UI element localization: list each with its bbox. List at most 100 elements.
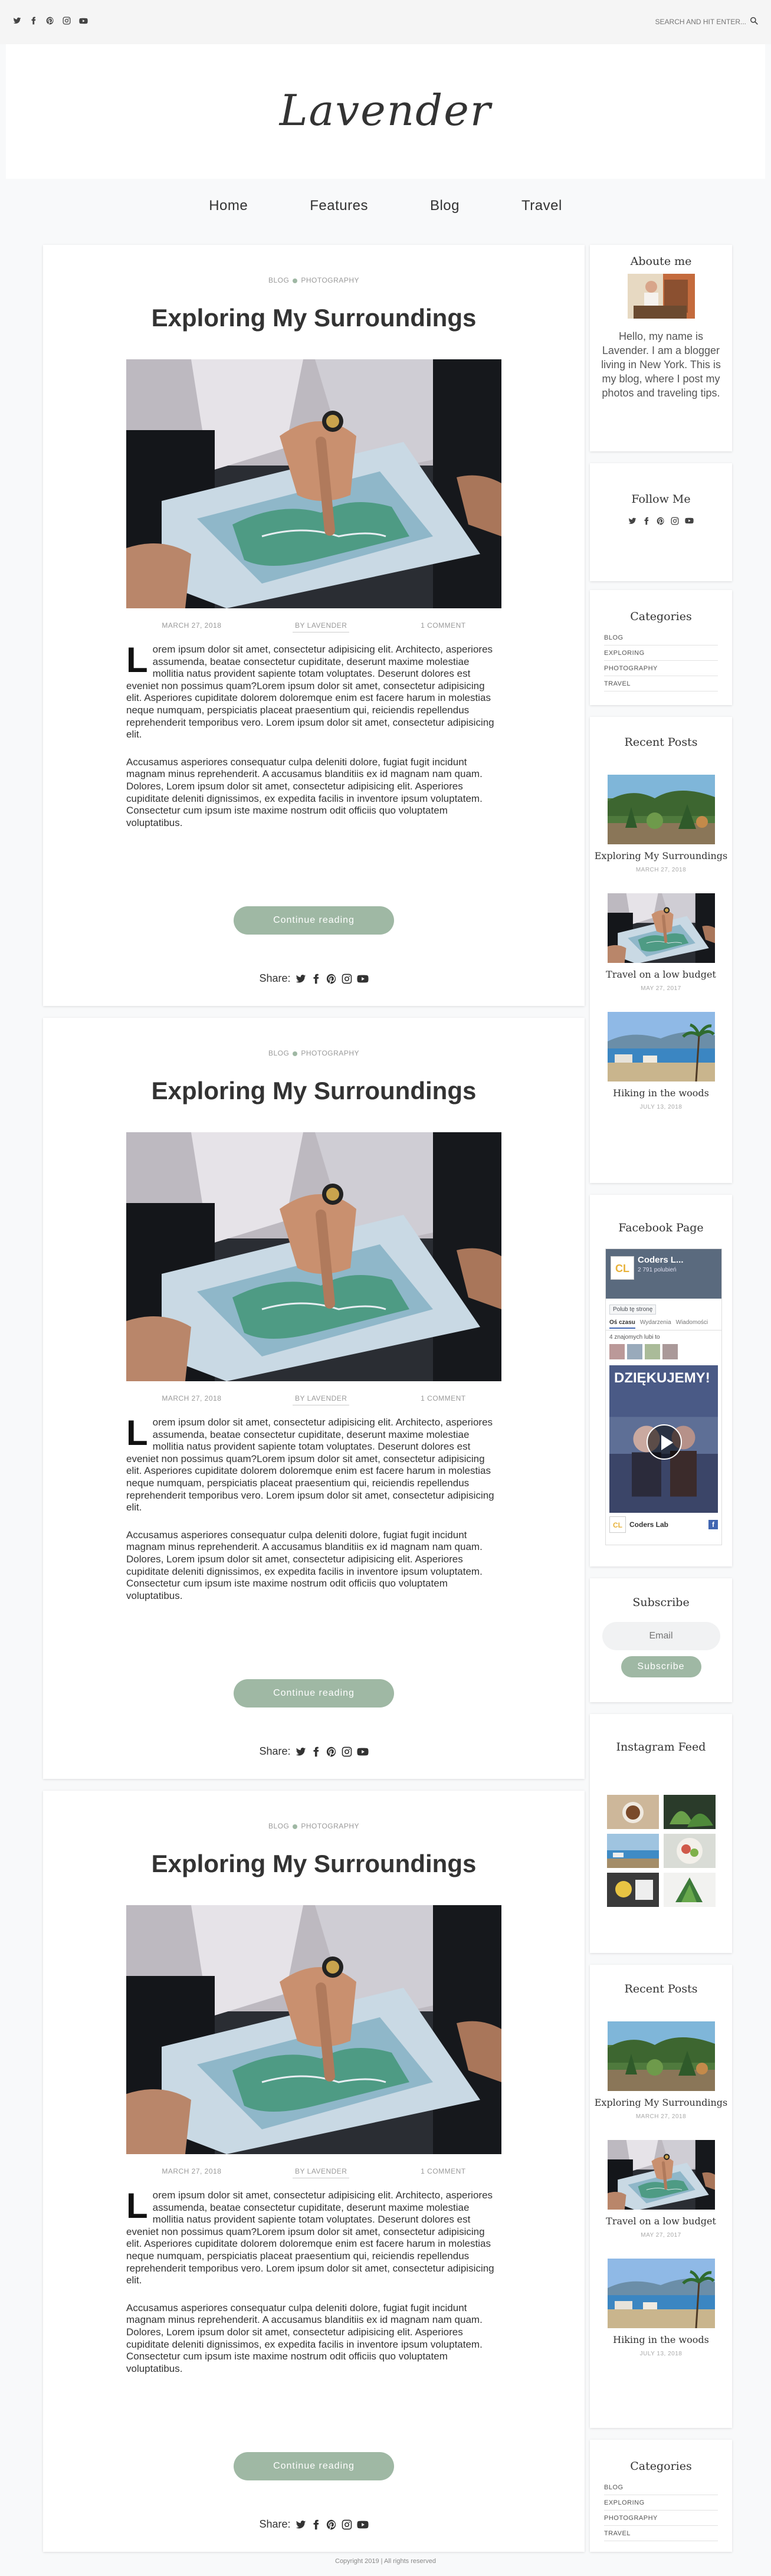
continue-reading-button[interactable]: Continue reading [234,1679,394,1707]
post-image[interactable] [126,1905,501,2154]
category-link[interactable]: BLOG [268,1049,289,1057]
fb-like-button[interactable]: Polub tę stronę [609,1305,657,1315]
facebook-icon[interactable] [311,1746,321,1757]
category-link[interactable]: BLOG [268,276,289,284]
recent-post[interactable]: Exploring My Surroundings MARCH 27, 2018 [590,775,732,873]
category-link[interactable]: PHOTOGRAPHY [301,276,359,284]
share-label: Share: [259,1745,291,1757]
nav-home[interactable]: Home [209,198,248,227]
post-title[interactable]: Exploring My Surroundings [43,304,585,332]
fb-video[interactable]: DZIĘKUJEMY! [609,1365,718,1513]
instagram-icon[interactable] [671,516,679,527]
facebook-icon[interactable] [642,516,651,527]
category-link[interactable]: PHOTOGRAPHY [301,1822,359,1830]
search-input[interactable] [652,17,746,26]
recent-post[interactable]: Travel on a low budget MAY 27, 2017 [590,2140,732,2239]
pinterest-icon[interactable] [326,974,337,984]
youtube-icon[interactable] [79,17,88,25]
instagram-photo[interactable] [607,1873,659,1907]
post-title[interactable]: Exploring My Surroundings [43,1850,585,1878]
category-item[interactable]: TRAVEL [604,676,718,691]
youtube-icon[interactable] [357,1746,369,1758]
instagram-icon[interactable] [342,1746,352,1757]
continue-reading-button[interactable]: Continue reading [234,906,394,935]
recent-post-image[interactable] [608,775,715,844]
recent-post-title[interactable]: Exploring My Surroundings [590,2097,732,2109]
twitter-icon[interactable] [628,516,637,527]
nav-travel[interactable]: Travel [521,198,562,227]
fb-tab-timeline[interactable]: Oś czasu [609,1319,635,1329]
recent-post[interactable]: Hiking in the woods JULY 13, 2018 [590,1012,732,1110]
continue-reading-button[interactable]: Continue reading [234,2452,394,2480]
facebook-icon[interactable] [311,2519,321,2530]
recent-post-title[interactable]: Hiking in the woods [590,2334,732,2346]
fb-tab-messages[interactable]: Wiadomości [676,1319,708,1329]
youtube-icon[interactable] [357,2519,369,2531]
recent-post[interactable]: Travel on a low budget MAY 27, 2017 [590,893,732,992]
play-icon[interactable] [647,1424,682,1460]
instagram-photo[interactable] [664,1873,716,1907]
recent-post-title[interactable]: Travel on a low budget [590,2216,732,2227]
youtube-icon[interactable] [357,973,369,985]
instagram-icon[interactable] [342,974,352,984]
site-logo[interactable]: Lavender [6,86,765,135]
post-image[interactable] [126,359,501,608]
post-title[interactable]: Exploring My Surroundings [43,1077,585,1105]
about-widget: Aboute me Hello, my name is Lavender. I … [590,245,732,451]
category-link[interactable]: PHOTOGRAPHY [301,1049,359,1057]
instagram-photo[interactable] [607,1834,659,1868]
recent-post-image[interactable] [608,2259,715,2328]
recent-post-title[interactable]: Travel on a low budget [590,969,732,981]
email-field[interactable] [602,1622,720,1650]
category-item[interactable]: EXPLORING [604,645,718,661]
category-item[interactable]: BLOG [604,630,718,645]
category-link[interactable]: BLOG [268,1822,289,1830]
recent-post[interactable]: Hiking in the woods JULY 13, 2018 [590,2259,732,2357]
twitter-icon[interactable] [296,974,306,984]
fb-footer-name[interactable]: Coders Lab [629,1520,668,1529]
post-comments[interactable]: 1 COMMENT [421,2167,466,2178]
fb-page-name[interactable]: Coders L... [638,1255,684,1265]
post-author[interactable]: BY LAVENDER [293,621,350,632]
pinterest-icon[interactable] [326,1746,337,1757]
youtube-icon[interactable] [685,516,694,527]
recent-post-image[interactable] [608,2140,715,2210]
instagram-photo[interactable] [664,1795,716,1829]
category-item[interactable]: EXPLORING [604,2495,718,2511]
nav-blog[interactable]: Blog [430,198,460,227]
instagram-icon[interactable] [342,2519,352,2530]
nav-features[interactable]: Features [310,198,368,227]
twitter-icon[interactable] [296,2519,306,2530]
category-item[interactable]: PHOTOGRAPHY [604,661,718,676]
recent-post-image[interactable] [608,1012,715,1081]
recent-post-image[interactable] [608,893,715,963]
post-author[interactable]: BY LAVENDER [293,1394,350,1405]
post-paragraph: Accusamus asperiores consequatur culpa d… [126,2302,483,2374]
recent-post-title[interactable]: Exploring My Surroundings [590,850,732,862]
instagram-photo[interactable] [664,1834,716,1868]
fb-tab-events[interactable]: Wydarzenia [640,1319,671,1329]
category-item[interactable]: TRAVEL [604,2526,718,2541]
twitter-icon[interactable] [13,17,21,25]
pinterest-icon[interactable] [326,2519,337,2530]
subscribe-button[interactable]: Subscribe [621,1656,701,1677]
recent-post[interactable]: Exploring My Surroundings MARCH 27, 2018 [590,2021,732,2120]
post-author[interactable]: BY LAVENDER [293,2167,350,2178]
category-item[interactable]: PHOTOGRAPHY [604,2511,718,2526]
search-icon[interactable] [750,16,758,27]
instagram-photo[interactable] [607,1795,659,1829]
widget-title: Recent Posts [624,736,698,749]
facebook-icon[interactable] [311,974,321,984]
recent-post-title[interactable]: Hiking in the woods [590,1087,732,1099]
post-comments[interactable]: 1 COMMENT [421,621,466,632]
post-comments[interactable]: 1 COMMENT [421,1394,466,1405]
facebook-embed[interactable]: CL Coders L... 2 791 polubień Polub tę s… [605,1248,722,1545]
recent-post-image[interactable] [608,2021,715,2091]
category-item[interactable]: BLOG [604,2480,718,2495]
post-image[interactable] [126,1132,501,1381]
pinterest-icon[interactable] [657,516,665,527]
twitter-icon[interactable] [296,1746,306,1757]
instagram-icon[interactable] [63,17,71,25]
facebook-icon[interactable] [29,17,38,25]
pinterest-icon[interactable] [46,17,54,25]
